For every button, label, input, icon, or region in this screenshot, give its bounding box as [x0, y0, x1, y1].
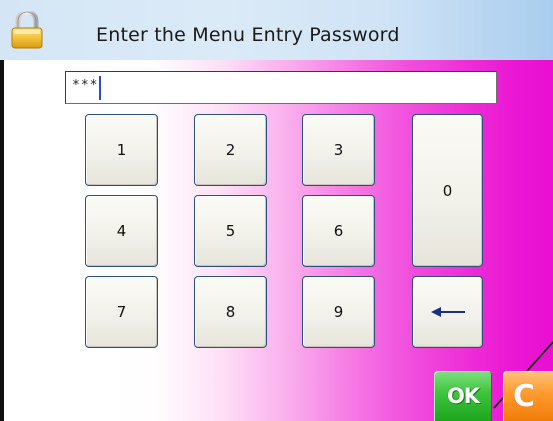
backspace-button[interactable] — [412, 276, 483, 348]
key-7[interactable]: 7 — [85, 276, 158, 348]
password-value: *** — [72, 78, 99, 93]
key-4[interactable]: 4 — [85, 195, 158, 267]
key-1[interactable]: 1 — [85, 114, 158, 186]
password-input[interactable]: *** — [65, 71, 497, 104]
key-3[interactable]: 3 — [302, 114, 375, 186]
left-arrow-icon — [430, 307, 465, 317]
password-dialog: Enter the Menu Entry Password *** 1 2 3 … — [0, 0, 553, 421]
key-8[interactable]: 8 — [194, 276, 267, 348]
key-2[interactable]: 2 — [194, 114, 267, 186]
cancel-button[interactable]: C — [503, 371, 553, 421]
padlock-icon — [11, 11, 43, 49]
left-border — [0, 60, 4, 421]
key-6[interactable]: 6 — [302, 195, 375, 267]
key-9[interactable]: 9 — [302, 276, 375, 348]
title-bar: Enter the Menu Entry Password — [0, 0, 553, 60]
key-0[interactable]: 0 — [412, 114, 483, 267]
ok-button[interactable]: OK — [434, 371, 492, 421]
key-5[interactable]: 5 — [194, 195, 267, 267]
text-caret — [99, 76, 102, 100]
dialog-title: Enter the Menu Entry Password — [96, 24, 400, 46]
